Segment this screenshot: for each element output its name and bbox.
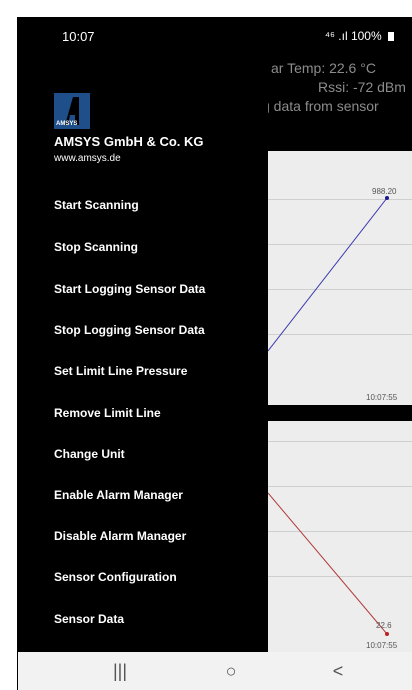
company-name: AMSYS GmbH & Co. KG bbox=[54, 134, 204, 149]
temperature-data-point bbox=[385, 632, 389, 636]
status-bar: 10:07 ⁴⁶ .ıl 100% bbox=[18, 17, 412, 55]
menu-stop-logging[interactable]: Stop Logging Sensor Data bbox=[54, 316, 254, 344]
menu-change-unit[interactable]: Change Unit bbox=[54, 440, 254, 468]
temperature-graph[interactable]: 22.6 10:07:55 bbox=[268, 421, 412, 652]
temperature-line-plot bbox=[268, 492, 389, 636]
sensor-info: ar Temp: 22.6 °C Rssi: -72 dBm g data fr… bbox=[262, 55, 412, 155]
menu-stop-scanning[interactable]: Stop Scanning bbox=[54, 233, 254, 261]
menu-set-limit-line[interactable]: Set Limit Line Pressure bbox=[54, 357, 254, 385]
back-button[interactable]: < bbox=[318, 658, 358, 684]
phone-screen: 10:07 ⁴⁶ .ıl 100% ar Temp: 22.6 °C Rssi:… bbox=[17, 17, 412, 690]
pressure-value-label: 988.20 bbox=[372, 187, 397, 196]
status-time: 10:07 bbox=[62, 29, 95, 44]
signal-icon: ⁴⁶ .ıl 100% bbox=[324, 29, 382, 43]
status-icons: ⁴⁶ .ıl 100% bbox=[325, 29, 394, 43]
temperature-time-label: 10:07:55 bbox=[366, 641, 398, 650]
menu-start-scanning[interactable]: Start Scanning bbox=[54, 191, 254, 219]
menu-sensor-configuration[interactable]: Sensor Configuration bbox=[54, 563, 254, 591]
menu-sensor-data[interactable]: Sensor Data bbox=[54, 605, 254, 633]
system-nav-bar: ||| ○ < bbox=[18, 652, 412, 690]
logo-text: AMSYS bbox=[56, 121, 78, 127]
menu-enable-alarm[interactable]: Enable Alarm Manager bbox=[54, 481, 254, 509]
recents-button[interactable]: ||| bbox=[100, 658, 140, 684]
pressure-graph[interactable]: 988.20 10:07:55 bbox=[268, 151, 412, 405]
pressure-series-line bbox=[268, 197, 388, 352]
rssi-text: Rssi: -72 dBm bbox=[318, 79, 406, 95]
menu-start-logging[interactable]: Start Logging Sensor Data bbox=[54, 275, 254, 303]
pressure-data-point bbox=[385, 196, 389, 200]
home-button[interactable]: ○ bbox=[211, 658, 251, 684]
battery-icon bbox=[388, 32, 394, 41]
temperature-value-label: 22.6 bbox=[376, 621, 392, 630]
navigation-drawer: AMSYS AMSYS GmbH & Co. KG www.amsys.de S… bbox=[18, 55, 268, 667]
temp-text: ar Temp: 22.6 °C bbox=[271, 60, 376, 76]
menu-disable-alarm[interactable]: Disable Alarm Manager bbox=[54, 522, 254, 550]
amsys-logo: AMSYS bbox=[54, 93, 90, 129]
company-website: www.amsys.de bbox=[54, 153, 121, 164]
menu-remove-limit-line[interactable]: Remove Limit Line bbox=[54, 399, 254, 427]
pressure-time-label: 10:07:55 bbox=[366, 393, 398, 402]
sensor-status-text: g data from sensor bbox=[262, 98, 379, 114]
temperature-series-line bbox=[268, 492, 388, 635]
